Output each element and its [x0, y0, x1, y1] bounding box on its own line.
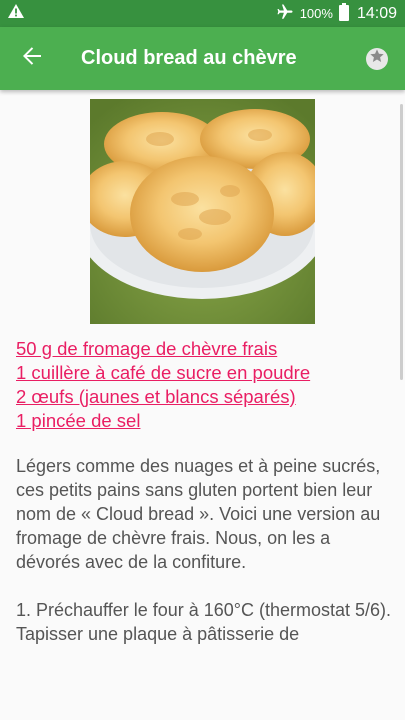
recipe-description: Légers comme des nuages et à peine sucré… — [16, 454, 398, 670]
ingredient-list: 50 g de fromage de chèvre frais 1 cuillè… — [16, 337, 396, 433]
ingredient-link[interactable]: 50 g de fromage de chèvre frais — [16, 337, 396, 361]
ingredient-link[interactable]: 1 cuillère à café de sucre en poudre — [16, 361, 396, 385]
airplane-icon — [276, 3, 294, 24]
battery-icon — [338, 3, 349, 24]
back-button[interactable] — [0, 27, 64, 90]
battery-percent: 100% — [299, 6, 333, 21]
app-bar: Cloud bread au chèvre — [0, 27, 405, 90]
scrollbar[interactable] — [400, 104, 403, 380]
ingredient-link[interactable]: 2 œufs (jaunes et blancs séparés) — [16, 385, 396, 409]
recipe-step: 1. Préchauffer le four à 160°C (thermost… — [16, 600, 392, 644]
warning-icon — [7, 3, 25, 24]
status-bar: 100% 14:09 — [0, 0, 405, 27]
favorite-button[interactable] — [349, 27, 405, 90]
page-title: Cloud bread au chèvre — [81, 47, 297, 69]
recipe-content[interactable]: 50 g de fromage de chèvre frais 1 cuillè… — [0, 90, 405, 720]
star-icon — [369, 48, 385, 69]
description-intro: Légers comme des nuages et à peine sucré… — [16, 456, 381, 572]
status-clock: 14:09 — [356, 4, 397, 22]
recipe-photo — [90, 99, 315, 324]
ingredient-link[interactable]: 1 pincée de sel — [16, 409, 396, 433]
back-arrow-icon — [22, 46, 42, 71]
